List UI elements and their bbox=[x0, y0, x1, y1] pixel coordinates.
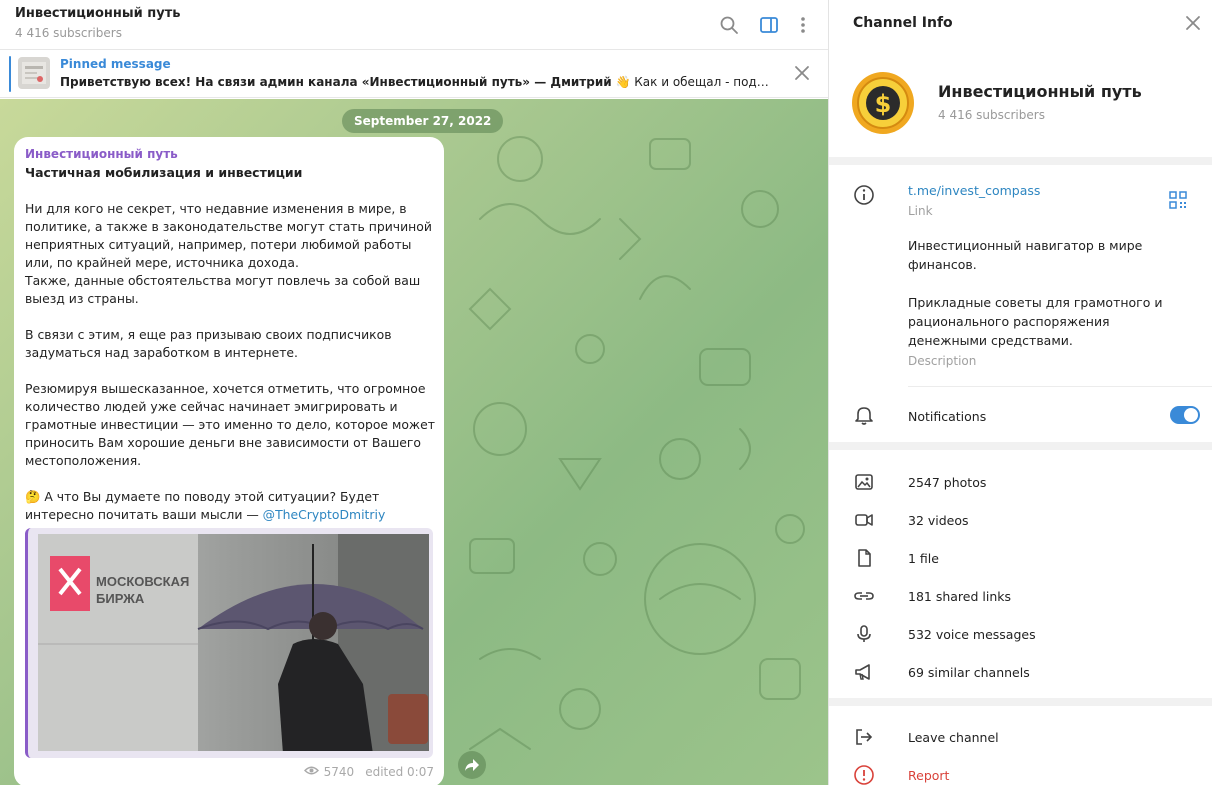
pinned-emoji: 👋 bbox=[615, 75, 631, 89]
stat-voice[interactable]: 532 voice messages bbox=[908, 627, 1036, 642]
channel-subscriber-count: 4 416 subscribers bbox=[938, 108, 1045, 122]
stat-photos[interactable]: 2547 photos bbox=[908, 475, 986, 490]
divider bbox=[908, 386, 1212, 387]
channel-description: Инвестиционный навигатор в мире финансов… bbox=[908, 236, 1178, 350]
file-icon bbox=[853, 547, 875, 569]
chat-title[interactable]: Инвестиционный путь bbox=[15, 6, 181, 21]
channel-name: Инвестиционный путь bbox=[938, 82, 1142, 101]
thinking-emoji: 🤔 bbox=[25, 489, 41, 504]
actions-card: Leave channel Report bbox=[829, 706, 1212, 785]
info-header-card: Channel Info $ Инвестиционный путь 4 416… bbox=[829, 0, 1212, 157]
description-paragraph-2: Прикладные советы для грамотного и рацио… bbox=[908, 295, 1163, 348]
leave-channel-button[interactable]: Leave channel bbox=[908, 730, 999, 745]
pinned-indicator bbox=[9, 56, 11, 92]
sign-line-2: БИРЖА bbox=[96, 591, 145, 606]
stat-links[interactable]: 181 shared links bbox=[908, 589, 1011, 604]
message-paragraph-2: В связи с этим, я еще раз призываю своих… bbox=[25, 327, 392, 360]
channel-link[interactable]: t.me/invest_compass bbox=[908, 183, 1040, 198]
report-button[interactable]: Report bbox=[908, 768, 949, 783]
message-paragraph-1b: Также, данные обстоятельства могут повле… bbox=[25, 273, 421, 306]
chat-subscriber-count: 4 416 subscribers bbox=[15, 26, 122, 40]
message-title: Частичная мобилизация и инвестиции bbox=[25, 165, 303, 180]
channel-avatar[interactable]: $ bbox=[851, 71, 915, 135]
sign-line-1: МОСКОВСКАЯ bbox=[96, 574, 189, 589]
message-author[interactable]: Инвестиционный путь bbox=[25, 147, 178, 161]
stat-videos[interactable]: 32 videos bbox=[908, 513, 969, 528]
mention-link[interactable]: @TheCryptoDmitriy bbox=[263, 507, 386, 522]
stat-files[interactable]: 1 file bbox=[908, 551, 939, 566]
search-icon[interactable] bbox=[717, 13, 741, 37]
chat-pane: Инвестиционный путь 4 416 subscribers Pi… bbox=[0, 0, 828, 785]
more-menu-icon[interactable] bbox=[791, 13, 815, 37]
toggle-knob bbox=[1184, 408, 1198, 422]
forward-button[interactable] bbox=[458, 751, 486, 779]
edited-time: edited 0:07 bbox=[365, 765, 434, 779]
close-icon[interactable] bbox=[1184, 14, 1202, 32]
pinned-thumbnail bbox=[18, 57, 50, 89]
photo-illustration: МОСКОВСКАЯ БИРЖА bbox=[38, 534, 429, 751]
pinned-text-rest: Как и обещал - поделю... bbox=[634, 75, 772, 89]
microphone-icon bbox=[853, 623, 875, 645]
qr-code-icon[interactable] bbox=[1168, 190, 1190, 212]
channel-info-panel: Channel Info $ Инвестиционный путь 4 416… bbox=[828, 0, 1212, 785]
pinned-message-bar[interactable]: Pinned message Приветствую всех! На связ… bbox=[0, 50, 828, 98]
pinned-text: Приветствую всех! На связи админ канала … bbox=[60, 75, 772, 89]
forward-icon bbox=[465, 759, 479, 771]
media-stats-card: 2547 photos 32 videos 1 file 181 shared … bbox=[829, 450, 1212, 698]
dollar-coin-icon: $ bbox=[852, 72, 914, 134]
pinned-text-bold: Приветствую всех! На связи админ канала … bbox=[60, 75, 612, 89]
sidebar-toggle-icon[interactable] bbox=[757, 13, 781, 37]
stat-similar[interactable]: 69 similar channels bbox=[908, 665, 1030, 680]
description-label: Description bbox=[908, 354, 977, 368]
video-icon bbox=[853, 509, 875, 531]
views-icon bbox=[303, 765, 319, 779]
info-panel-title: Channel Info bbox=[853, 15, 953, 31]
info-details-card: t.me/invest_compass Link Инвестиционный … bbox=[829, 165, 1212, 442]
bell-icon bbox=[853, 404, 875, 426]
info-icon bbox=[853, 184, 875, 206]
message-photo[interactable]: МОСКОВСКАЯ БИРЖА bbox=[38, 534, 429, 751]
megaphone-icon bbox=[853, 661, 875, 683]
link-label: Link bbox=[908, 204, 933, 218]
notifications-label: Notifications bbox=[908, 409, 987, 424]
chat-header[interactable]: Инвестиционный путь 4 416 subscribers bbox=[0, 0, 828, 50]
svg-text:$: $ bbox=[875, 90, 892, 118]
message-paragraph: Ни для кого не секрет, что недавние изме… bbox=[25, 200, 435, 308]
message-photo-frame[interactable]: МОСКОВСКАЯ БИРЖА bbox=[25, 528, 433, 758]
notifications-toggle[interactable] bbox=[1170, 406, 1200, 424]
description-paragraph-1: Инвестиционный навигатор в мире финансов… bbox=[908, 238, 1143, 272]
message-meta: 5740 edited 0:07 bbox=[303, 765, 434, 779]
chat-background: September 27, 2022 Инвестиционный путь Ч… bbox=[0, 99, 828, 785]
report-icon bbox=[853, 764, 875, 785]
pinned-label: Pinned message bbox=[60, 57, 171, 71]
views-count: 5740 bbox=[323, 765, 355, 779]
leave-icon bbox=[853, 726, 875, 748]
message-paragraph-1: Ни для кого не секрет, что недавние изме… bbox=[25, 201, 432, 270]
message-bubble[interactable]: Инвестиционный путь Частичная мобилизаци… bbox=[14, 137, 444, 785]
date-separator: September 27, 2022 bbox=[342, 109, 504, 133]
message-paragraph-4: 🤔 А что Вы думаете по поводу этой ситуац… bbox=[25, 488, 435, 524]
link-icon bbox=[853, 585, 875, 607]
photo-icon bbox=[853, 471, 875, 493]
message-paragraph-3: Резюмируя вышесказанное, хочется отметит… bbox=[25, 381, 435, 468]
close-pinned-icon[interactable] bbox=[793, 64, 811, 82]
